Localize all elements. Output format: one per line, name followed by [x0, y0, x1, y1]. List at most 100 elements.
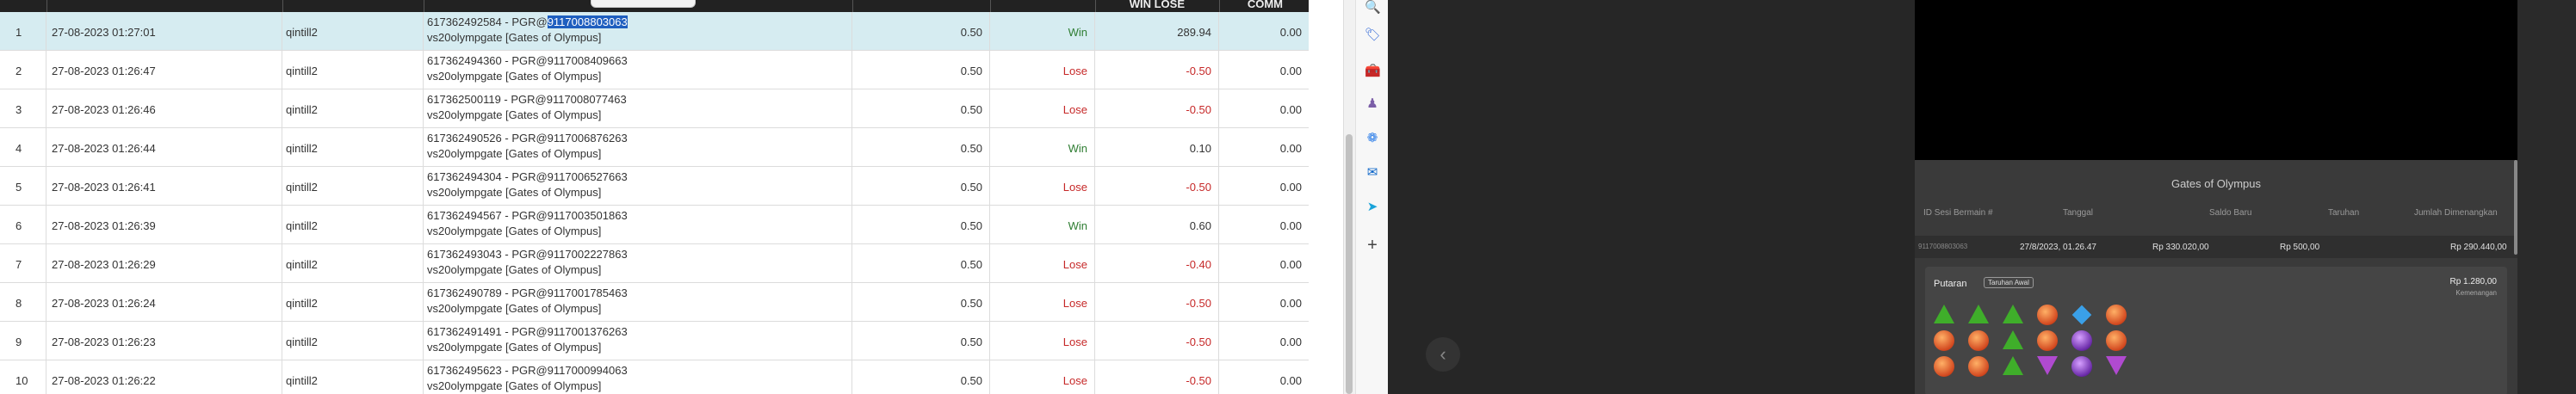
search-icon[interactable]: 🔍: [1365, 0, 1381, 15]
cell-comm: 0.00: [1219, 12, 1309, 50]
cell-no: 6: [0, 206, 46, 243]
table-row[interactable]: 1 27-08-2023 01:27:01 qintill2 617362492584…: [0, 12, 1309, 51]
row-win-lose: -0.50: [1186, 103, 1211, 116]
game-video-area: [1915, 0, 2517, 160]
col-session-id: ID Sesi Bermain #: [1923, 208, 1993, 218]
purple-symbol-icon: [2037, 356, 2058, 375]
cell-no: 9: [0, 322, 46, 360]
header-comm[interactable]: COMM: [1219, 0, 1283, 12]
blue-symbol-icon: [2071, 305, 2092, 325]
add-icon[interactable]: +: [1365, 237, 1380, 254]
row-desc-line2: vs20olympgate [Gates of Olympus]: [427, 341, 602, 354]
spin-tag[interactable]: Taruhan Awal: [1984, 277, 2034, 288]
row-desc-line1[interactable]: 617362492584 - PGR@9117008803063: [427, 15, 628, 28]
row-user: qintill2: [286, 65, 318, 77]
row-desc-line1[interactable]: 617362490526 - PGR@9117006876263: [427, 132, 628, 145]
cell-comm: 0.00: [1219, 360, 1309, 394]
cell-user: qintill2: [282, 360, 424, 394]
table-row[interactable]: 7 27-08-2023 01:26:29 qintill2 617362493043…: [0, 244, 1309, 283]
cell-date: 27-08-2023 01:26:47: [46, 51, 282, 89]
cell-description: 617362492584 - PGR@9117008803063 vs20olym…: [424, 12, 852, 50]
row-desc-line1[interactable]: 617362500119 - PGR@9117008077463: [427, 93, 627, 106]
row-number: 6: [15, 219, 22, 232]
table-row[interactable]: 5 27-08-2023 01:26:41 qintill2 617362494304…: [0, 167, 1309, 206]
person-icon[interactable]: ♟: [1365, 96, 1380, 112]
row-desc-line1[interactable]: 617362494360 - PGR@9117008409663: [427, 54, 628, 67]
row-desc-line1[interactable]: 617362493043 - PGR@9117002227863: [427, 248, 628, 261]
desc-prefix: 617362490526 - PGR@9117006876263: [427, 132, 628, 145]
cell-description: 617362491491 - PGR@9117001376263 vs20olym…: [424, 322, 852, 360]
green-symbol-icon: [1934, 305, 1954, 323]
cell-user: qintill2: [282, 89, 424, 127]
send-icon[interactable]: ➤: [1365, 200, 1380, 215]
row-status: Win: [1068, 142, 1087, 155]
outlook-icon[interactable]: ✉: [1365, 165, 1380, 181]
selected-text[interactable]: 9117008803063: [547, 15, 628, 28]
cell-comm: 0.00: [1219, 283, 1309, 321]
row-comm: 0.00: [1279, 181, 1302, 194]
table-row[interactable]: 9 27-08-2023 01:26:23 qintill2 617362491491…: [0, 322, 1309, 360]
row-status: Lose: [1062, 297, 1087, 310]
row-desc-line1[interactable]: 617362491491 - PGR@9117001376263: [427, 325, 628, 338]
row-desc-line1[interactable]: 617362490789 - PGR@9117001785463: [427, 286, 628, 299]
copilot-icon[interactable]: ❁: [1365, 131, 1380, 146]
cell-description: 617362493043 - PGR@9117002227863 vs20olym…: [424, 244, 852, 282]
cell-date: 27-08-2023 01:26:24: [46, 283, 282, 321]
row-bet: 0.50: [960, 65, 982, 77]
col-balance: Saldo Baru: [2209, 208, 2252, 218]
cell-bet: 0.50: [852, 322, 990, 360]
cell-no: 7: [0, 244, 46, 282]
table-row[interactable]: 4 27-08-2023 01:26:44 qintill2 617362490526…: [0, 128, 1309, 167]
green-symbol-icon: [2003, 356, 2023, 375]
row-status: Win: [1068, 219, 1087, 232]
header-win-lose[interactable]: WIN LOSE: [1095, 0, 1185, 12]
row-desc-line1[interactable]: 617362494567 - PGR@9117003501863: [427, 209, 628, 222]
row-desc-line1[interactable]: 617362495623 - PGR@9117000994063: [427, 364, 628, 377]
row-number: 8: [15, 297, 22, 310]
violet-symbol-icon: [2071, 356, 2092, 377]
row-desc-line2: vs20olympgate [Gates of Olympus]: [427, 225, 602, 237]
row-number: 5: [15, 181, 22, 194]
table-row[interactable]: 3 27-08-2023 01:26:46 qintill2 617362500119…: [0, 89, 1309, 128]
table-row[interactable]: 8 27-08-2023 01:26:24 qintill2 617362490789…: [0, 283, 1309, 322]
row-desc-line2: vs20olympgate [Gates of Olympus]: [427, 70, 602, 83]
cell-comm: 0.00: [1219, 128, 1309, 166]
spin-amount: Rp 1.280,00: [2449, 277, 2498, 286]
tag-icon[interactable]: 🏷: [1365, 28, 1381, 43]
header-divider: [990, 0, 991, 12]
cell-win-lose: 0.60: [1095, 206, 1219, 243]
row-desc-line2: vs20olympgate [Gates of Olympus]: [427, 108, 602, 121]
cell-no: 5: [0, 167, 46, 205]
table-row[interactable]: 6 27-08-2023 01:26:39 qintill2 617362494567…: [0, 206, 1309, 244]
violet-symbol-icon: [2071, 330, 2092, 351]
cell-status: Win: [990, 12, 1095, 50]
history-balance: Rp 330.020,00: [2152, 243, 2209, 252]
row-win-lose: -0.50: [1186, 297, 1211, 310]
orange-symbol-icon: [2037, 305, 2058, 325]
cell-win-lose: -0.50: [1095, 283, 1219, 321]
scrollbar-thumb[interactable]: [1346, 134, 1353, 394]
row-desc-line1[interactable]: 617362494304 - PGR@9117006527663: [427, 170, 628, 183]
prev-arrow-icon[interactable]: ‹: [1426, 337, 1460, 372]
table-row[interactable]: 2 27-08-2023 01:26:47 qintill2 617362494360…: [0, 51, 1309, 89]
history-row[interactable]: 9117008803063 27/8/2023, 01.26.47 Rp 330…: [1915, 236, 2517, 258]
game-history-panel: Gates of Olympus ID Sesi Bermain # Tangg…: [1915, 160, 2517, 394]
row-desc-line2: vs20olympgate [Gates of Olympus]: [427, 379, 602, 392]
row-status: Win: [1068, 26, 1087, 39]
cell-status: Win: [990, 128, 1095, 166]
row-bet: 0.50: [960, 103, 982, 116]
row-desc-line2: vs20olympgate [Gates of Olympus]: [427, 31, 602, 44]
cell-comm: 0.00: [1219, 167, 1309, 205]
cell-status: Win: [990, 206, 1095, 243]
row-user: qintill2: [286, 219, 318, 232]
green-symbol-icon: [2003, 305, 2023, 323]
toolbox-icon[interactable]: 🧰: [1365, 64, 1381, 79]
game-right-edge: [2517, 0, 2576, 394]
table-row[interactable]: 10 27-08-2023 01:26:22 qintill2 61736249562…: [0, 360, 1309, 394]
cell-win-lose: 289.94: [1095, 12, 1219, 50]
cell-date: 27-08-2023 01:27:01: [46, 12, 282, 50]
row-desc-line2: vs20olympgate [Gates of Olympus]: [427, 186, 602, 199]
row-win-lose: 289.94: [1177, 26, 1211, 39]
desc-prefix: 617362491491 - PGR@9117001376263: [427, 325, 628, 338]
row-comm: 0.00: [1279, 219, 1302, 232]
